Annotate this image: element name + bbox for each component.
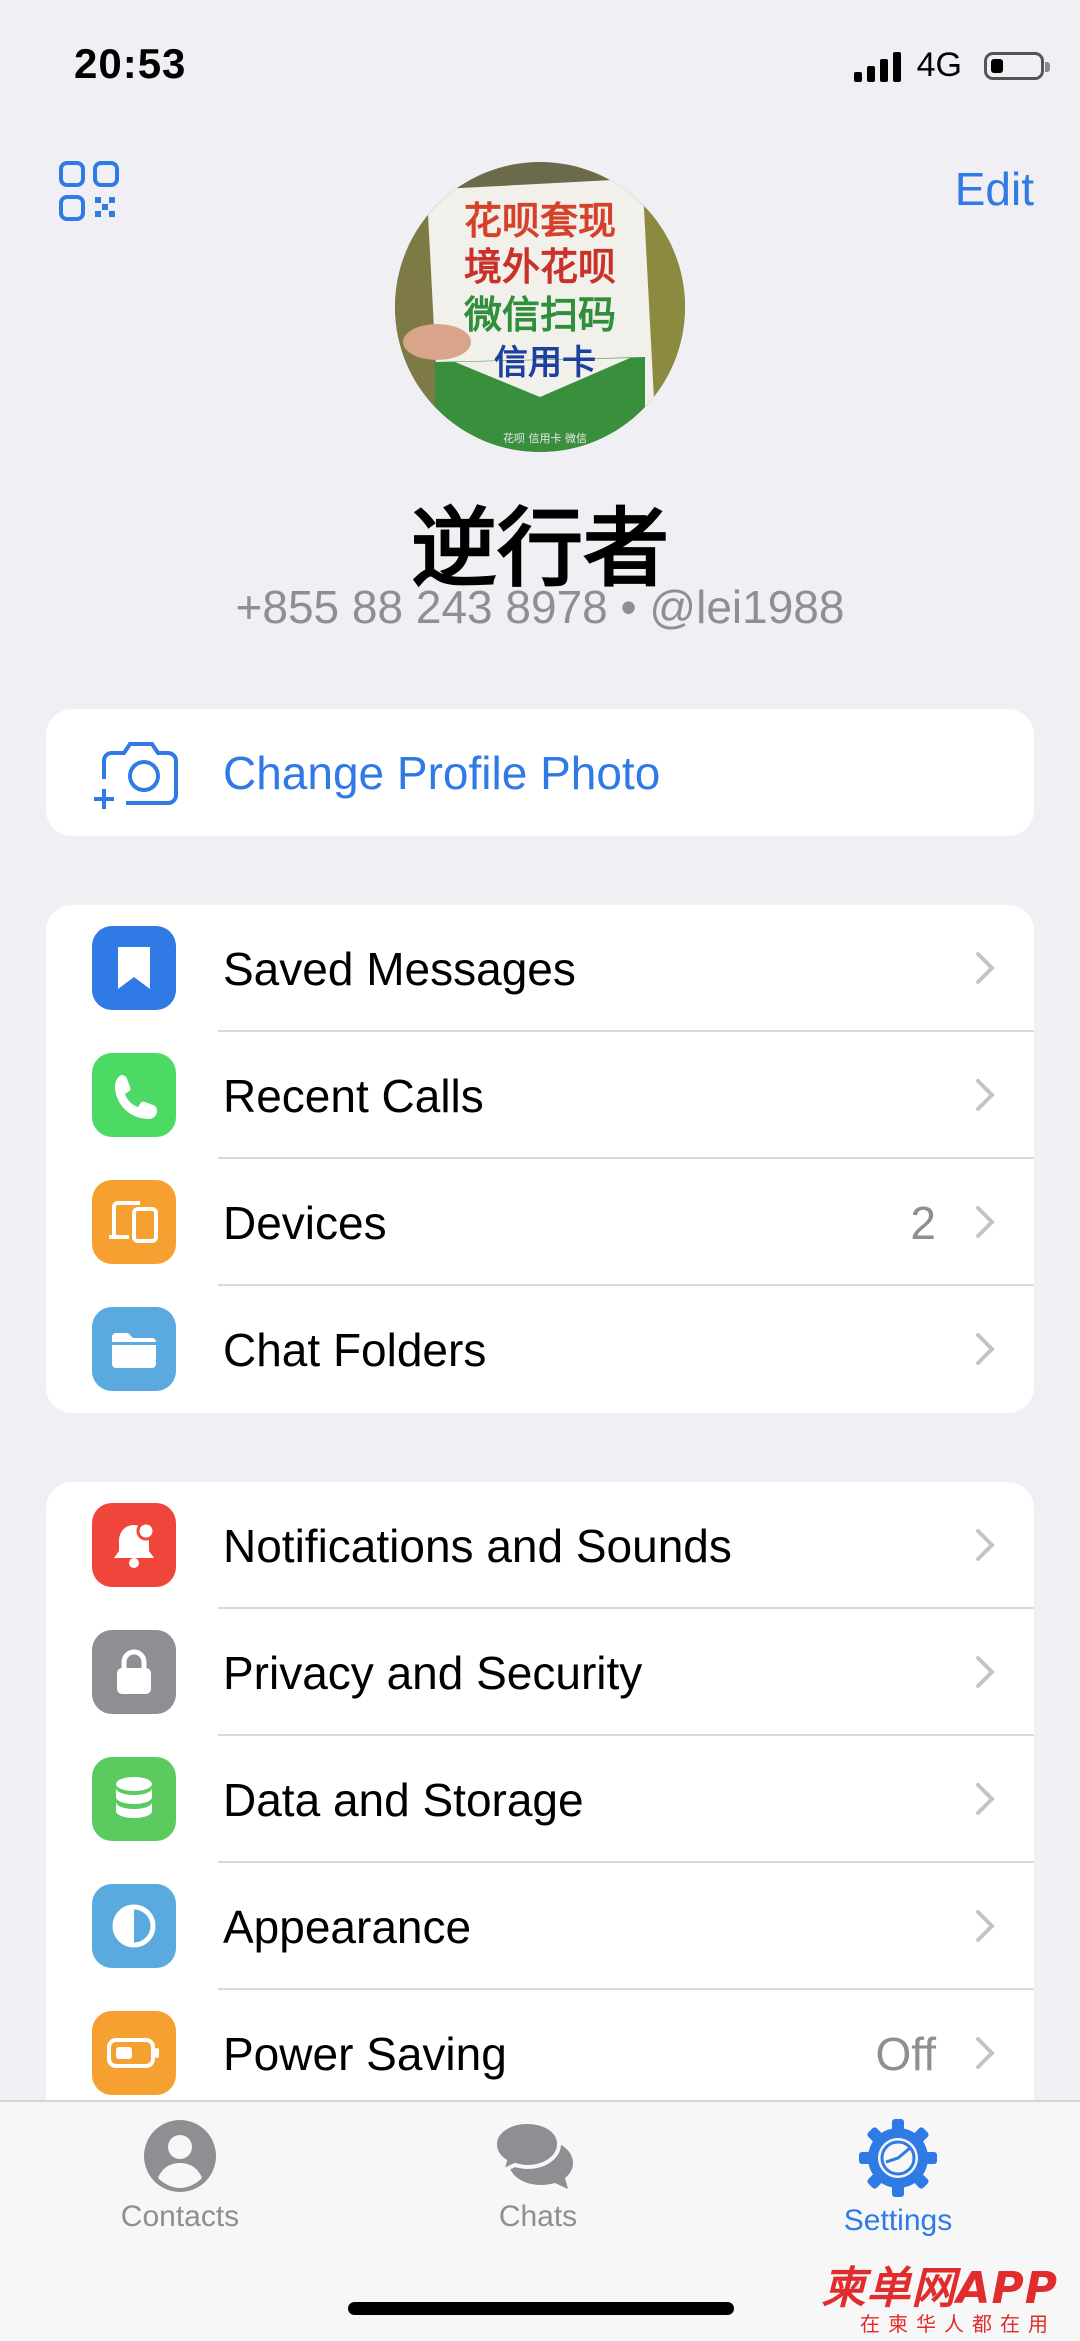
settings-group-1: Saved Messages Recent Calls Devices 2 Ch… [46,905,1034,1413]
settings-group-2: Notifications and Sounds Privacy and Sec… [46,1482,1034,2122]
chevron-right-icon [976,1333,995,1365]
chat-folders-row[interactable]: Chat Folders [46,1286,1034,1413]
notifications-row[interactable]: Notifications and Sounds [46,1482,1034,1609]
signal-icon [853,50,901,82]
appearance-row[interactable]: Appearance [46,1863,1034,1990]
saved-messages-row[interactable]: Saved Messages [46,905,1034,1032]
chevron-right-icon [976,1656,995,1688]
privacy-label: Privacy and Security [223,1646,643,1699]
change-profile-photo-label: Change Profile Photo [223,746,661,799]
bookmark-icon [92,926,176,1010]
watermark-sub: 在柬华人都在用 [860,2312,1056,2336]
avatar-sign-line-1: 花呗套现 [464,199,616,243]
tab-settings[interactable]: Settings [788,2118,1008,2238]
battery-icon [92,2011,176,2095]
recent-calls-label: Recent Calls [223,1069,484,1122]
person-icon [144,2120,216,2192]
chevron-right-icon [976,1529,995,1561]
chevron-right-icon [976,2037,995,2069]
devices-icon [92,1180,176,1264]
avatar[interactable]: 花呗套现 境外花呗 微信扫码 信用卡 花呗 信用卡 微信 [395,162,685,452]
avatar-sign-line-3: 微信扫码 [463,293,616,337]
tab-settings-label: Settings [843,2204,953,2237]
chevron-right-icon [976,952,995,984]
saved-messages-label: Saved Messages [223,942,576,995]
profile-phone-username: +855 88 243 8978 • @lei1988 [235,581,845,633]
edit-button[interactable]: Edit [955,162,1034,216]
avatar-sign-line-4: 信用卡 [494,343,596,383]
folder-icon [92,1307,176,1391]
data-storage-label: Data and Storage [223,1773,584,1826]
chevron-right-icon [976,1783,995,1815]
home-indicator [348,2302,734,2315]
power-saving-label: Power Saving [223,2027,507,2080]
watermark-logo: 柬单网APP 在柬华人都在用 [800,2252,1070,2339]
half-circle-icon [92,1884,176,1968]
tab-chats[interactable]: Chats [428,2118,648,2234]
lock-icon [92,1630,176,1714]
tab-chats-label: Chats [498,2200,578,2233]
add-photo-camera-icon [94,742,178,809]
phone-icon [92,1053,176,1137]
tab-contacts-label: Contacts [120,2200,240,2233]
database-icon [92,1757,176,1841]
network-type: 4G [916,46,962,84]
appearance-label: Appearance [223,1900,472,1953]
chevron-right-icon [976,1910,995,1942]
devices-count: 2 [910,1196,936,1249]
devices-row[interactable]: Devices 2 [46,1159,1034,1286]
devices-label: Devices [223,1196,387,1249]
power-saving-value: Off [875,2027,936,2080]
tab-contacts[interactable]: Contacts [70,2118,290,2234]
power-saving-row[interactable]: Power Saving Off [46,1990,1034,2117]
chat-bubbles-icon [493,2119,573,2189]
chat-folders-label: Chat Folders [223,1323,487,1376]
battery-icon [984,51,1050,80]
bell-icon [92,1503,176,1587]
avatar-small-text: 花呗 信用卡 微信 [503,431,587,445]
watermark-main: 柬单网APP [821,2263,1058,2314]
change-photo-card: Change Profile Photo [46,709,1034,836]
avatar-sign-line-2: 境外花呗 [464,245,616,289]
notifications-label: Notifications and Sounds [223,1519,732,1572]
change-profile-photo-button[interactable]: Change Profile Photo [46,709,1034,836]
qr-code-icon[interactable] [58,160,120,222]
gear-icon [859,2119,937,2197]
data-storage-row[interactable]: Data and Storage [46,1736,1034,1863]
privacy-row[interactable]: Privacy and Security [46,1609,1034,1736]
chevron-right-icon [976,1206,995,1238]
status-icons: 4G [853,46,1050,85]
chevron-right-icon [976,1079,995,1111]
status-time: 20:53 [74,40,187,87]
recent-calls-row[interactable]: Recent Calls [46,1032,1034,1159]
